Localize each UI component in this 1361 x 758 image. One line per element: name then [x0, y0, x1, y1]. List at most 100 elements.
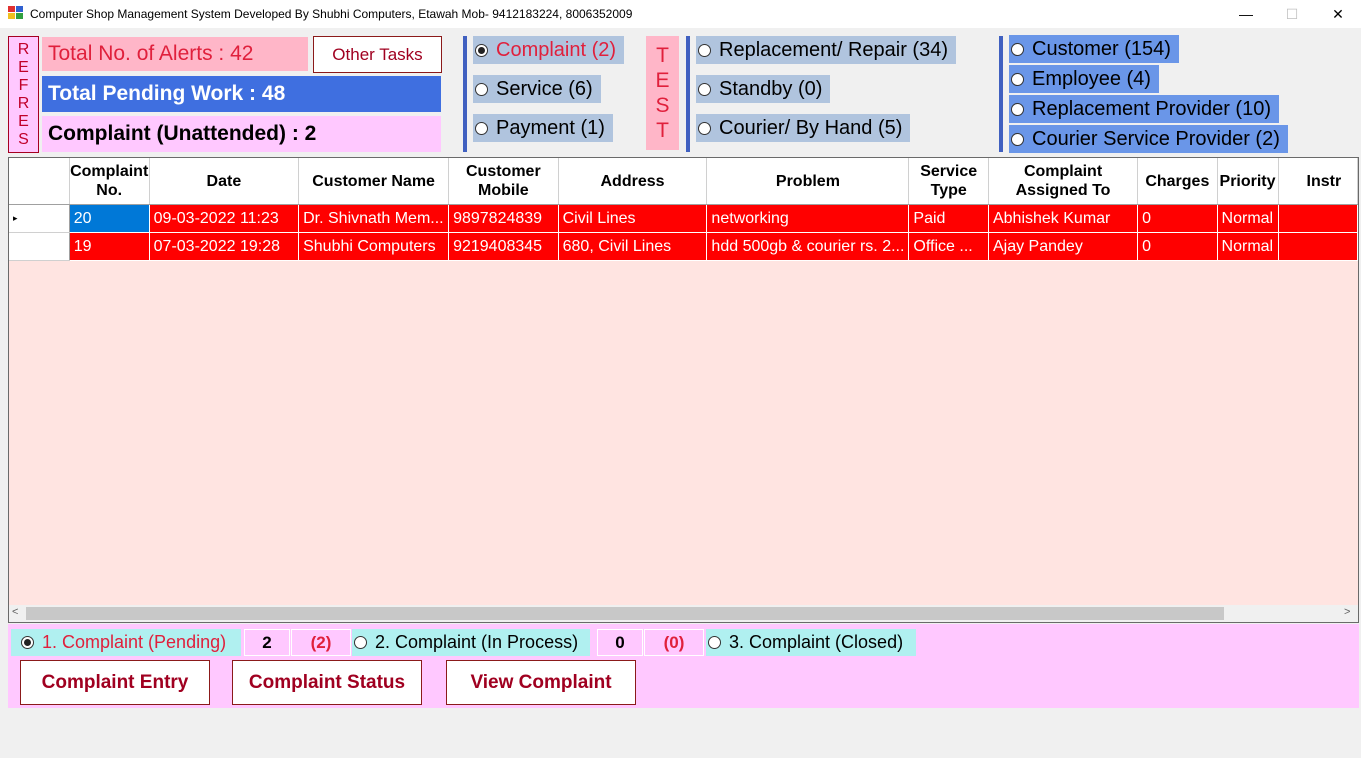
cell-priority[interactable]: Normal — [1217, 204, 1279, 233]
cell-instr[interactable] — [1278, 232, 1358, 261]
refresh-letter: R — [17, 94, 30, 112]
radio-checked-icon — [475, 43, 488, 57]
radio-unchecked-icon — [475, 121, 488, 135]
cell-instr[interactable] — [1278, 204, 1358, 233]
total-pending-work-label[interactable]: Total Pending Work : 48 — [42, 76, 441, 112]
refresh-letter: S — [18, 130, 29, 148]
radio-complaint-pending[interactable]: 1. Complaint (Pending) — [11, 629, 241, 656]
col-header-instr[interactable]: Instr — [1278, 158, 1358, 205]
pending-count-paren: (2) — [291, 629, 351, 656]
radio-replacement-provider[interactable]: Replacement Provider (10) — [1009, 95, 1279, 123]
cell-service-type[interactable]: Office ... — [908, 232, 989, 261]
group-separator — [463, 36, 467, 152]
cell-date[interactable]: 09-03-2022 11:23 — [149, 204, 300, 233]
radio-payment[interactable]: Payment (1) — [473, 114, 613, 142]
in-process-count: 0 — [597, 629, 643, 656]
radio-replacement-provider-label: Replacement Provider (10) — [1032, 97, 1271, 120]
col-header-problem[interactable]: Problem — [706, 158, 910, 205]
radio-complaint-label: Complaint (2) — [496, 38, 617, 61]
cell-customer-name[interactable]: Shubhi Computers — [298, 232, 450, 261]
radio-complaint[interactable]: Complaint (2) — [473, 36, 625, 64]
cell-service-type[interactable]: Paid — [908, 204, 989, 233]
radio-replacement-repair[interactable]: Replacement/ Repair (34) — [696, 36, 956, 64]
complaint-table: Complaint No. Date Customer Name Custome… — [9, 158, 1358, 261]
table-row[interactable]: 19 07-03-2022 19:28 Shubhi Computers 921… — [9, 232, 1358, 261]
radio-unchecked-icon — [354, 636, 367, 649]
col-header-charges[interactable]: Charges — [1137, 158, 1218, 205]
cell-complaint-no[interactable]: 20 — [69, 204, 150, 233]
view-complaint-button[interactable]: View Complaint — [446, 660, 636, 705]
cell-assigned-to[interactable]: Abhishek Kumar — [988, 204, 1139, 233]
horizontal-scrollbar[interactable]: < > — [9, 605, 1358, 622]
radio-unchecked-icon — [1011, 132, 1024, 146]
col-header-priority[interactable]: Priority — [1217, 158, 1279, 205]
cell-charges[interactable]: 0 — [1137, 232, 1218, 261]
radio-courier-by-hand[interactable]: Courier/ By Hand (5) — [696, 114, 911, 142]
window-title: Computer Shop Management System Develope… — [30, 7, 633, 21]
other-tasks-button[interactable]: Other Tasks — [313, 36, 442, 73]
radio-courier-by-hand-label: Courier/ By Hand (5) — [719, 116, 903, 139]
scroll-right-icon[interactable]: > — [1344, 606, 1350, 618]
radio-complaint-pending-label: 1. Complaint (Pending) — [42, 632, 227, 652]
radio-courier-service-provider[interactable]: Courier Service Provider (2) — [1009, 125, 1288, 153]
radio-customer-label: Customer (154) — [1032, 37, 1171, 60]
radio-unchecked-icon — [708, 636, 721, 649]
cell-date[interactable]: 07-03-2022 19:28 — [149, 232, 300, 261]
radio-customer[interactable]: Customer (154) — [1009, 35, 1179, 63]
cell-assigned-to[interactable]: Ajay Pandey — [988, 232, 1139, 261]
scroll-thumb[interactable] — [26, 607, 1224, 620]
radio-complaint-closed[interactable]: 3. Complaint (Closed) — [706, 629, 916, 656]
group-separator — [686, 36, 690, 152]
refresh-letter: R — [17, 40, 30, 58]
cell-address[interactable]: 680, Civil Lines — [558, 232, 708, 261]
radio-complaint-in-process[interactable]: 2. Complaint (In Process) — [352, 629, 590, 656]
complaint-status-button[interactable]: Complaint Status — [232, 660, 422, 705]
current-row-marker-icon[interactable]: ▸ — [9, 204, 70, 233]
scroll-left-icon[interactable]: < — [12, 606, 18, 618]
radio-standby[interactable]: Standby (0) — [696, 75, 831, 103]
complaint-unattended-label[interactable]: Complaint (Unattended) : 2 — [42, 116, 441, 152]
radio-service[interactable]: Service (6) — [473, 75, 601, 103]
row-header-corner — [9, 158, 70, 205]
cell-customer-name[interactable]: Dr. Shivnath Mem... — [298, 204, 450, 233]
test-letter: T — [656, 119, 669, 142]
radio-checked-icon — [21, 636, 34, 649]
refresh-letter: E — [18, 112, 29, 130]
cell-customer-mobile[interactable]: 9219408345 — [448, 232, 559, 261]
cell-problem[interactable]: hdd 500gb & courier rs. 2... — [706, 232, 910, 261]
cell-address[interactable]: Civil Lines — [558, 204, 708, 233]
radio-payment-label: Payment (1) — [496, 116, 605, 139]
total-alerts-label[interactable]: Total No. of Alerts : 42 — [42, 37, 308, 71]
radio-unchecked-icon — [698, 121, 711, 135]
complaint-grid[interactable]: Complaint No. Date Customer Name Custome… — [8, 157, 1359, 623]
refresh-button[interactable]: R E F R E S — [8, 36, 39, 153]
table-row[interactable]: ▸ 20 09-03-2022 11:23 Dr. Shivnath Mem..… — [9, 204, 1358, 233]
maximize-icon: ☐ — [1285, 5, 1299, 22]
maximize-button[interactable]: ☐ — [1269, 0, 1315, 28]
radio-employee-label: Employee (4) — [1032, 67, 1151, 90]
cell-priority[interactable]: Normal — [1217, 232, 1279, 261]
radio-complaint-closed-label: 3. Complaint (Closed) — [729, 632, 904, 652]
group-separator — [999, 36, 1003, 152]
close-button[interactable]: ✕ — [1315, 0, 1361, 28]
radio-replacement-repair-label: Replacement/ Repair (34) — [719, 38, 948, 61]
cell-customer-mobile[interactable]: 9897824839 — [448, 204, 559, 233]
col-header-assigned-to[interactable]: Complaint Assigned To — [988, 158, 1139, 205]
col-header-address[interactable]: Address — [558, 158, 708, 205]
col-header-customer-name[interactable]: Customer Name — [298, 158, 450, 205]
col-header-complaint-no[interactable]: Complaint No. — [69, 158, 150, 205]
row-header[interactable] — [9, 232, 70, 261]
col-header-date[interactable]: Date — [149, 158, 300, 205]
radio-employee[interactable]: Employee (4) — [1009, 65, 1159, 93]
minimize-button[interactable]: — — [1223, 0, 1269, 28]
cell-complaint-no[interactable]: 19 — [69, 232, 150, 261]
radio-unchecked-icon — [1011, 102, 1024, 116]
pending-count: 2 — [244, 629, 290, 656]
cell-problem[interactable]: networking — [706, 204, 910, 233]
minimize-icon: — — [1239, 6, 1253, 22]
col-header-customer-mobile[interactable]: Customer Mobile — [448, 158, 559, 205]
col-header-service-type[interactable]: Service Type — [908, 158, 989, 205]
complaint-entry-button[interactable]: Complaint Entry — [20, 660, 210, 705]
test-button[interactable]: T E S T — [646, 36, 679, 150]
cell-charges[interactable]: 0 — [1137, 204, 1218, 233]
